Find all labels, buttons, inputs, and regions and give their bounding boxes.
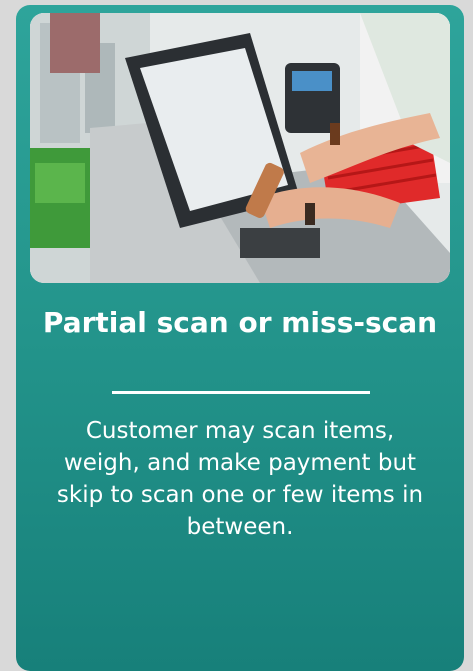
info-card: Partial scan or miss-scan Customer may s… bbox=[16, 5, 464, 671]
title-divider bbox=[112, 391, 370, 394]
card-title: Partial scan or miss-scan bbox=[42, 306, 438, 339]
card-description: Customer may scan items, weigh, and make… bbox=[56, 418, 424, 540]
self-checkout-photo bbox=[30, 13, 450, 283]
